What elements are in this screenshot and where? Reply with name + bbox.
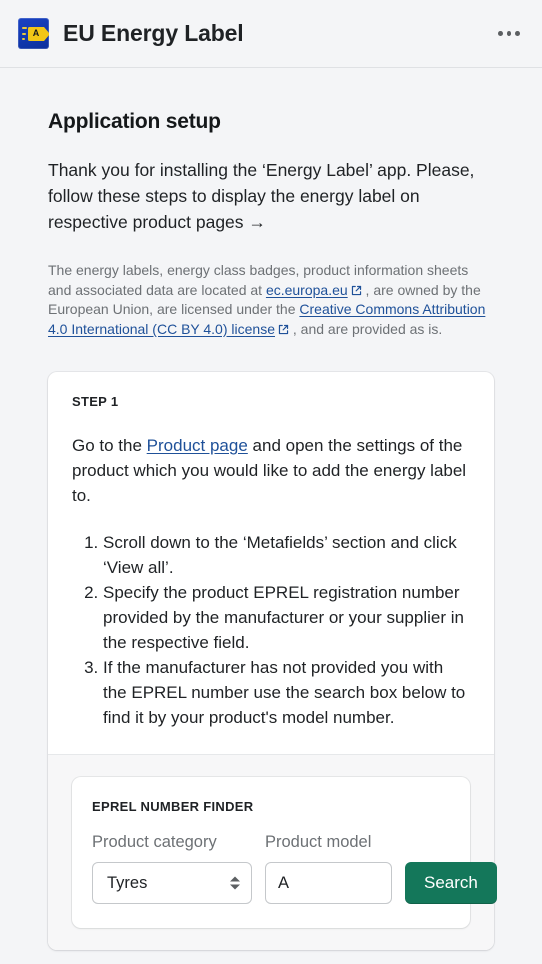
product-model-label: Product model xyxy=(265,833,372,851)
icon-energy-tag: A xyxy=(28,26,49,41)
more-menu-icon[interactable] xyxy=(492,20,526,48)
eprel-finder-title: EPREL NUMBER FINDER xyxy=(92,799,254,814)
legal-text-part3: , and are provided as is. xyxy=(288,320,443,337)
link-product-page[interactable]: Product page xyxy=(147,436,248,455)
product-model-input[interactable] xyxy=(265,862,392,904)
list-item: Scroll down to the ‘Metafields’ section … xyxy=(103,530,470,580)
product-model-field: Product model xyxy=(265,832,392,904)
link-ec-europa[interactable]: ec.europa.eu xyxy=(266,282,348,298)
product-category-select-wrap: Tyres xyxy=(92,862,252,904)
external-link-icon xyxy=(351,285,362,296)
product-category-field: Product category Tyres xyxy=(92,832,252,904)
step1-instruction-list: Scroll down to the ‘Metafields’ section … xyxy=(72,530,470,730)
page-content: Application setup Thank you for installi… xyxy=(0,110,542,964)
eprel-finder-card: EPREL NUMBER FINDER Product category Tyr… xyxy=(72,777,497,928)
list-item: Specify the product EPREL registration n… xyxy=(103,580,470,655)
icon-bars xyxy=(21,27,27,40)
energy-label-app-icon: A xyxy=(18,18,49,49)
step1-text-before: Go to the xyxy=(72,436,147,455)
app-title: EU Energy Label xyxy=(63,20,244,46)
legal-paragraph: The energy labels, energy class badges, … xyxy=(48,261,494,339)
search-button[interactable]: Search xyxy=(405,862,497,904)
page-title: Application setup xyxy=(48,110,221,133)
icon-letter: A xyxy=(32,28,40,38)
eprel-finder-form: Product category Tyres Product model A S… xyxy=(92,832,497,904)
step1-label: STEP 1 xyxy=(72,394,119,409)
step1-text: Go to the Product page and open the sett… xyxy=(72,433,470,508)
app-identity: A EU Energy Label xyxy=(18,18,244,49)
eprel-finder-section: EPREL NUMBER FINDER Product category Tyr… xyxy=(48,754,497,950)
step1-card-body: STEP 1 Go to the Product page and open t… xyxy=(48,372,494,754)
app-topbar: A EU Energy Label xyxy=(0,0,542,68)
dot xyxy=(515,31,521,36)
dot xyxy=(498,31,503,36)
product-category-label: Product category xyxy=(92,833,217,851)
list-item: If the manufacturer has not provided you… xyxy=(103,655,470,730)
intro-paragraph: Thank you for installing the ‘Energy Lab… xyxy=(48,160,475,232)
external-link-icon xyxy=(278,324,289,335)
dot xyxy=(506,31,512,36)
step1-card: STEP 1 Go to the Product page and open t… xyxy=(48,372,497,950)
product-category-select[interactable]: Tyres xyxy=(92,862,252,904)
